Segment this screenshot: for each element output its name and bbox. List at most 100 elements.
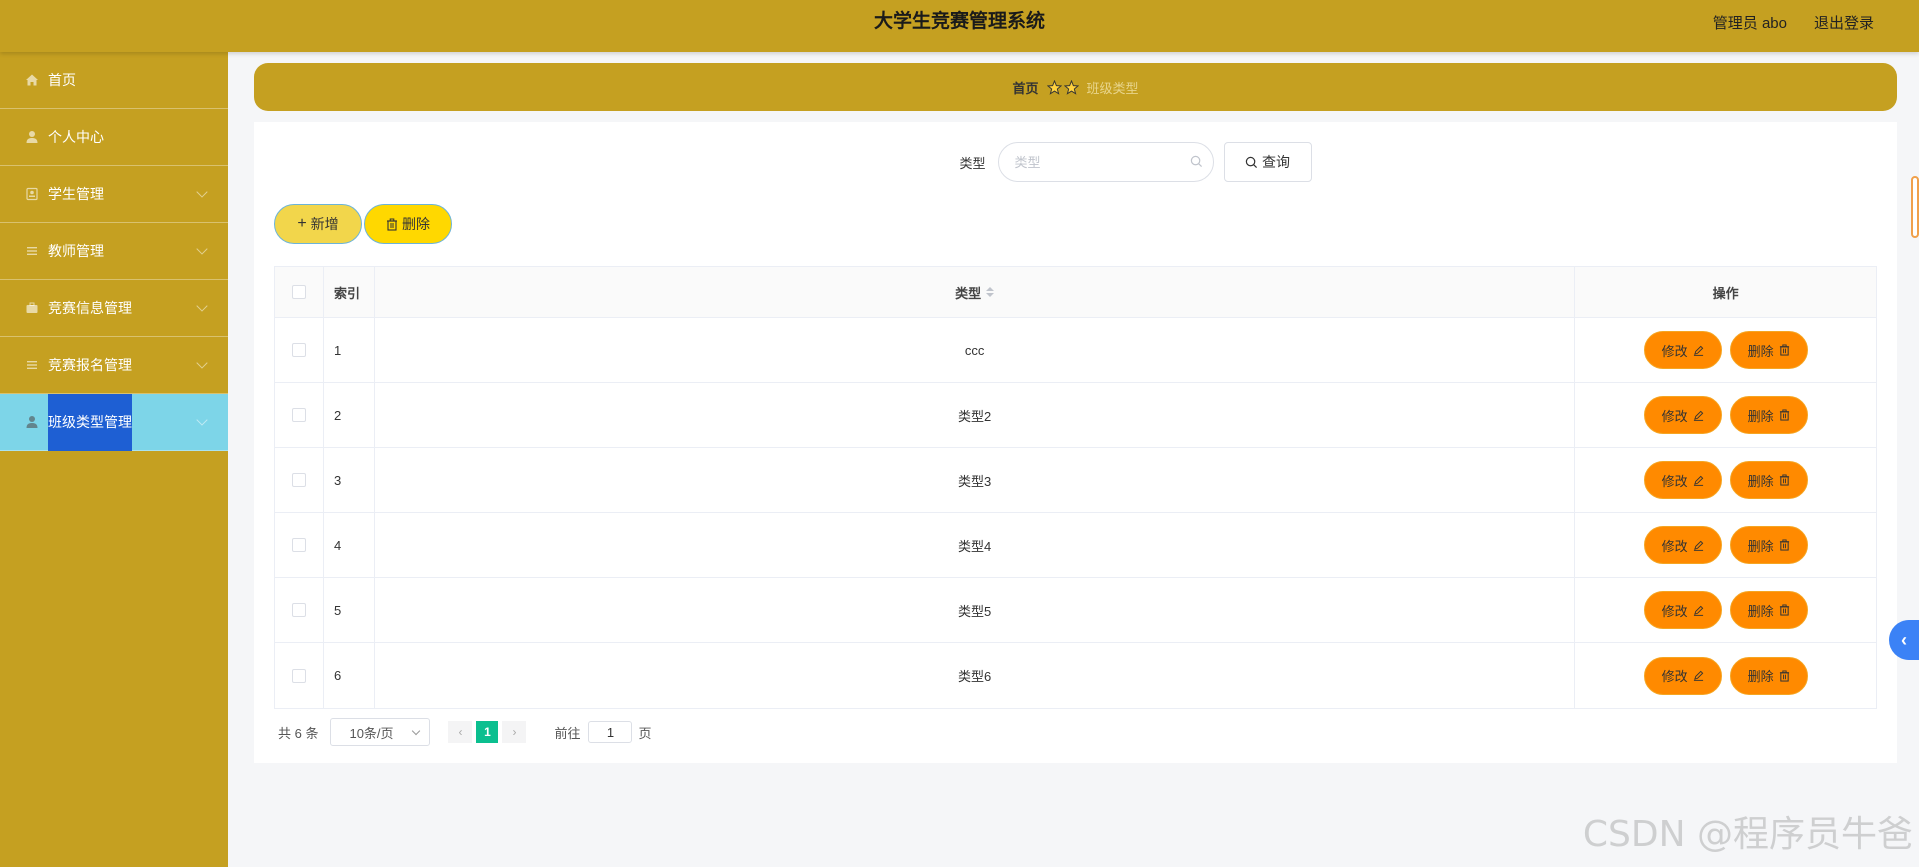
trash-icon bbox=[1779, 604, 1789, 616]
row-delete-button[interactable]: 删除 bbox=[1729, 461, 1808, 499]
next-page-button[interactable]: › bbox=[502, 721, 527, 743]
edit-button[interactable]: 修改 bbox=[1643, 396, 1722, 434]
table-row: 1 ccc 修改 删除 bbox=[275, 318, 1876, 383]
header-type[interactable]: 类型 bbox=[375, 267, 1576, 317]
edit-button-label: 修改 bbox=[1661, 343, 1688, 359]
row-ops: 修改 删除 bbox=[1575, 383, 1876, 447]
breadcrumb-home[interactable]: 首页 bbox=[1012, 78, 1038, 97]
pagination-total: 共 6 条 bbox=[278, 725, 319, 741]
table-row: 3 类型3 修改 删除 bbox=[275, 448, 1876, 513]
sidebar-item-students[interactable]: 学生管理 bbox=[0, 166, 228, 223]
chevron-down-icon bbox=[196, 186, 208, 198]
chevron-left-icon: ‹ bbox=[458, 725, 463, 739]
row-checkbox[interactable] bbox=[291, 473, 306, 487]
trash-icon bbox=[1779, 670, 1789, 682]
sidebar-item-class-types[interactable]: 班级类型管理 bbox=[0, 393, 228, 451]
row-check-cell bbox=[275, 383, 324, 447]
row-index: 1 bbox=[324, 318, 375, 382]
row-delete-button-label: 删除 bbox=[1747, 669, 1774, 684]
chevron-down-icon bbox=[196, 243, 208, 255]
table-header-row: 索引 类型 操作 bbox=[275, 267, 1876, 318]
sort-icon[interactable] bbox=[986, 287, 995, 297]
scrollbar-thumb[interactable] bbox=[1911, 176, 1919, 238]
row-check-cell bbox=[275, 643, 324, 708]
edit-button[interactable]: 修改 bbox=[1643, 656, 1722, 695]
row-check-cell bbox=[275, 448, 324, 512]
sidebar-item-label: 首页 bbox=[48, 72, 76, 88]
select-all-checkbox[interactable] bbox=[291, 285, 306, 299]
row-ops: 修改 删除 bbox=[1575, 448, 1876, 512]
breadcrumb: 首页 班级类型 bbox=[254, 63, 1897, 111]
page-suffix: 页 bbox=[638, 725, 652, 741]
row-delete-button-label: 删除 bbox=[1747, 473, 1774, 489]
search-input[interactable] bbox=[998, 143, 1213, 181]
row-checkbox[interactable] bbox=[291, 603, 306, 617]
watermark: CSDN @程序员牛爸 bbox=[1582, 814, 1913, 855]
edit-icon bbox=[1693, 475, 1703, 486]
query-button[interactable]: 查询 bbox=[1223, 142, 1312, 182]
row-index: 2 bbox=[324, 383, 375, 447]
bulk-delete-button[interactable]: 删除 bbox=[364, 204, 452, 244]
edit-button[interactable]: 修改 bbox=[1643, 461, 1722, 499]
row-checkbox[interactable] bbox=[291, 343, 306, 357]
header-index: 索引 bbox=[324, 267, 375, 317]
edit-button[interactable]: 修改 bbox=[1643, 591, 1722, 629]
row-delete-button[interactable]: 删除 bbox=[1729, 526, 1808, 564]
chevron-right-icon: › bbox=[512, 725, 517, 739]
row-type: 类型6 bbox=[375, 643, 1576, 708]
search-box bbox=[997, 142, 1214, 182]
row-ops: 修改 删除 bbox=[1575, 578, 1876, 642]
logout-link[interactable]: 退出登录 bbox=[1814, 12, 1874, 33]
row-index: 6 bbox=[324, 643, 375, 708]
row-type: 类型4 bbox=[375, 513, 1576, 577]
row-ops: 修改 删除 bbox=[1575, 513, 1876, 577]
row-delete-button-label: 删除 bbox=[1747, 408, 1774, 424]
row-ops: 修改 删除 bbox=[1575, 643, 1876, 708]
chevron-down-icon bbox=[196, 357, 208, 369]
row-delete-button[interactable]: 删除 bbox=[1729, 331, 1808, 369]
trash-icon bbox=[1779, 409, 1789, 421]
sidebar-item-competition-info[interactable]: 竞赛信息管理 bbox=[0, 280, 228, 337]
row-delete-button-label: 删除 bbox=[1747, 343, 1774, 359]
row-checkbox[interactable] bbox=[291, 668, 306, 683]
page-size-select[interactable]: 10条/页 bbox=[330, 718, 431, 746]
pagination: 共 6 条 10条/页 ‹ 1 › 前往 页 bbox=[278, 718, 652, 746]
add-button[interactable]: + 新增 bbox=[274, 204, 362, 244]
goto-page-input[interactable] bbox=[588, 721, 633, 743]
list-icon bbox=[24, 243, 40, 259]
header-ops: 操作 bbox=[1712, 285, 1739, 301]
sidebar-item-home[interactable]: 首页 bbox=[0, 52, 228, 109]
row-delete-button[interactable]: 删除 bbox=[1729, 656, 1808, 695]
trash-icon bbox=[1779, 539, 1789, 551]
edit-icon bbox=[1693, 410, 1703, 421]
list-icon bbox=[24, 357, 40, 373]
row-checkbox[interactable] bbox=[291, 538, 306, 552]
table-row: 4 类型4 修改 删除 bbox=[275, 513, 1876, 578]
row-delete-button-label: 删除 bbox=[1747, 603, 1774, 619]
chevron-down-icon bbox=[196, 300, 208, 312]
edit-button-label: 修改 bbox=[1661, 603, 1688, 619]
edit-button[interactable]: 修改 bbox=[1643, 331, 1722, 369]
sidebar-item-competition-signup[interactable]: 竞赛报名管理 bbox=[0, 337, 228, 394]
row-delete-button[interactable]: 删除 bbox=[1729, 396, 1808, 434]
student-icon bbox=[24, 186, 40, 202]
app-title: 大学生竞赛管理系统 bbox=[873, 11, 1045, 32]
sidebar-item-teachers[interactable]: 教师管理 bbox=[0, 223, 228, 280]
edit-icon bbox=[1693, 670, 1703, 681]
prev-page-button[interactable]: ‹ bbox=[448, 721, 473, 743]
row-delete-button-label: 删除 bbox=[1747, 538, 1774, 554]
trash-icon bbox=[387, 218, 397, 231]
row-type: 类型2 bbox=[375, 383, 1576, 447]
row-checkbox[interactable] bbox=[291, 408, 306, 422]
row-delete-button[interactable]: 删除 bbox=[1729, 591, 1808, 629]
chevron-down-icon bbox=[412, 726, 421, 736]
table-row: 6 类型6 修改 删除 bbox=[275, 643, 1876, 708]
sidebar-item-label: 学生管理 bbox=[48, 186, 104, 202]
sidebar-item-profile[interactable]: 个人中心 bbox=[0, 109, 228, 166]
header-check-cell bbox=[275, 267, 324, 317]
search-label: 类型 bbox=[959, 155, 986, 171]
page-number-current[interactable]: 1 bbox=[476, 721, 499, 743]
goto-label: 前往 bbox=[554, 725, 581, 741]
edit-button[interactable]: 修改 bbox=[1643, 526, 1722, 564]
sidebar-item-label: 个人中心 bbox=[48, 129, 104, 145]
